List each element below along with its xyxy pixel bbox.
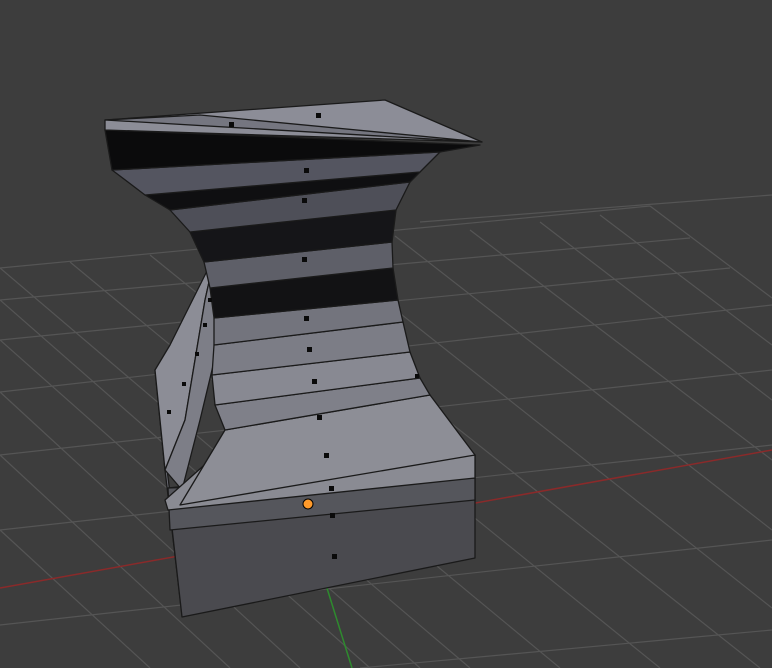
3d-viewport[interactable]	[0, 0, 772, 668]
viewport-canvas[interactable]	[0, 0, 772, 668]
object-origin-icon[interactable]	[302, 498, 314, 510]
